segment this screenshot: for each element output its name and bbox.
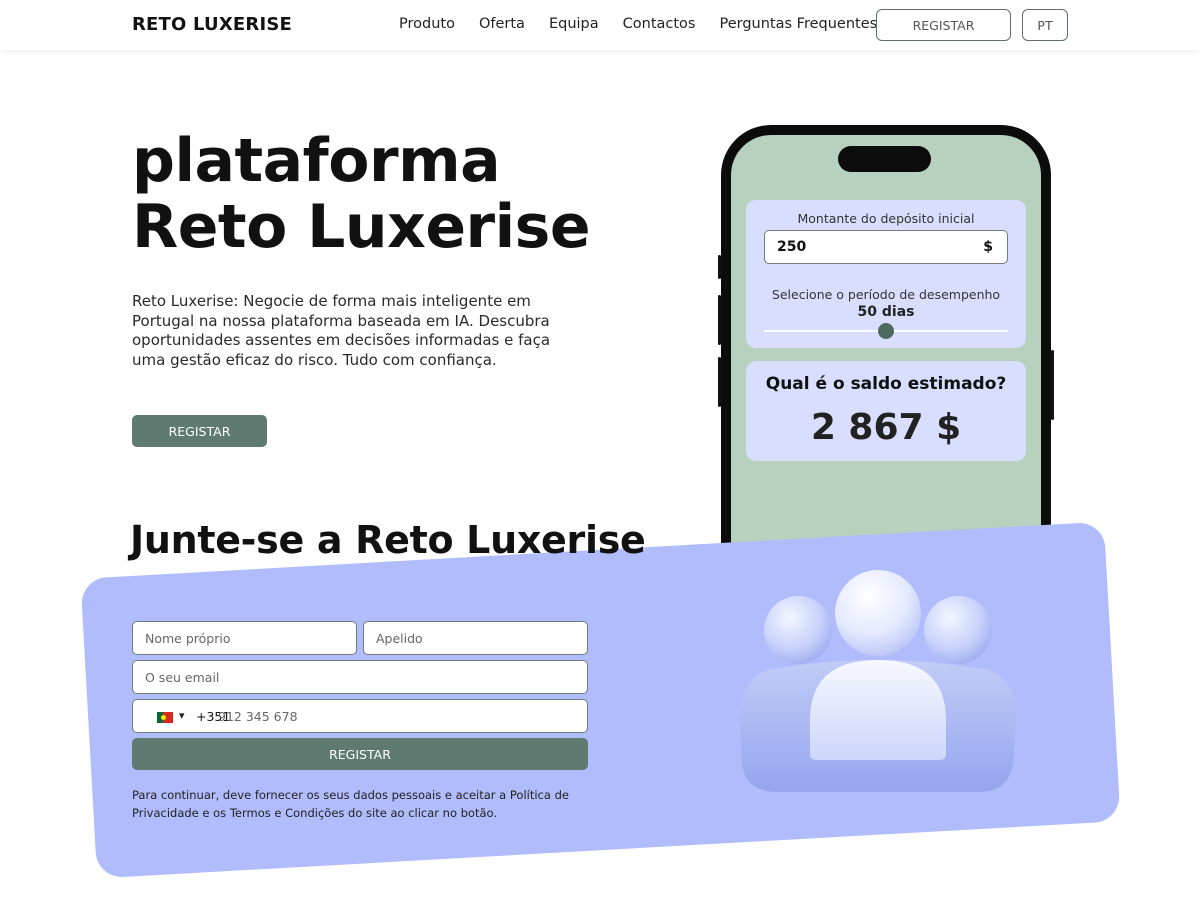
phone-screen: Montante do depósito inicial 250 $ Selec… <box>731 135 1041 585</box>
phone-mockup: Montante do depósito inicial 250 $ Selec… <box>718 125 1054 595</box>
phone-side-button <box>718 295 721 345</box>
phone-side-button <box>1051 350 1054 420</box>
phone-side-button <box>718 357 721 407</box>
period-value: 50 dias <box>857 304 915 320</box>
phone-input[interactable] <box>218 700 578 732</box>
site-header: RETO LUXERISE Produto Oferta Equipa Cont… <box>0 0 1200 50</box>
deposit-card: Montante do depósito inicial 250 $ Selec… <box>746 200 1026 348</box>
join-title: Junte-se a Reto Luxerise <box>130 518 646 562</box>
first-name-input[interactable] <box>132 621 357 655</box>
phone-notch <box>838 146 931 172</box>
chevron-down-icon[interactable]: ▾ <box>179 709 185 722</box>
estimate-value: 2 867 $ <box>810 407 962 448</box>
hero-title: plataforma Reto Luxerise <box>132 126 591 262</box>
center-head <box>835 570 921 656</box>
nav-link-produto[interactable]: Produto <box>399 16 455 32</box>
team-users-illustration <box>740 570 1017 792</box>
language-selector[interactable]: PT <box>1022 9 1068 41</box>
phone-number-field: ▾ +351 <box>132 699 588 733</box>
deposit-label: Montante do depósito inicial <box>797 211 975 226</box>
email-input[interactable] <box>132 660 588 694</box>
portugal-flag-icon[interactable] <box>157 712 173 723</box>
header-register-button[interactable]: REGISTAR <box>876 9 1011 41</box>
phone-side-button <box>718 255 721 279</box>
hero-title-line1: plataforma <box>132 126 501 196</box>
deposit-value[interactable]: 250 <box>777 239 806 255</box>
hero-description: Reto Luxerise: Negocie de forma mais int… <box>132 292 551 369</box>
currency-symbol: $ <box>983 239 993 255</box>
main-nav: Produto Oferta Equipa Contactos Pergunta… <box>399 16 877 32</box>
estimate-card: Qual é o saldo estimado? 2 867 $ <box>746 361 1026 461</box>
deposit-input[interactable]: 250 $ <box>764 230 1008 264</box>
period-slider-thumb[interactable] <box>878 323 894 339</box>
last-name-input[interactable] <box>363 621 588 655</box>
nav-link-oferta[interactable]: Oferta <box>479 16 525 32</box>
estimate-question: Qual é o saldo estimado? <box>765 374 1007 394</box>
logo[interactable]: RETO LUXERISE <box>132 14 292 35</box>
hero-title-line2: Reto Luxerise <box>132 192 591 262</box>
nav-link-faq[interactable]: Perguntas Frequentes <box>719 16 877 32</box>
nav-link-contactos[interactable]: Contactos <box>623 16 696 32</box>
right-head <box>924 596 992 664</box>
period-label: Selecione o período de desempenho <box>771 287 1001 302</box>
nav-link-equipa[interactable]: Equipa <box>549 16 599 32</box>
left-head <box>764 596 832 664</box>
consent-text: Para continuar, deve fornecer os seus da… <box>132 788 569 820</box>
hero-register-button[interactable]: REGISTAR <box>132 415 267 447</box>
form-register-button[interactable]: REGISTAR <box>132 738 588 770</box>
center-body <box>810 660 946 760</box>
